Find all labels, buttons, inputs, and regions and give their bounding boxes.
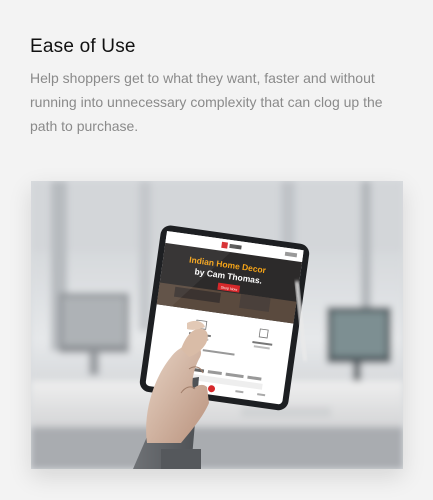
feature-card: Ease of Use Help shoppers get to what th… xyxy=(0,0,433,500)
feature-description: Help shoppers get to what they want, fas… xyxy=(30,70,383,134)
tablet-in-hand-illustration: Indian Home Decor by Cam Thomas. Shop No… xyxy=(31,181,403,469)
feature-title: Ease of Use xyxy=(30,36,136,57)
feature-photo: Indian Home Decor by Cam Thomas. Shop No… xyxy=(31,181,403,469)
